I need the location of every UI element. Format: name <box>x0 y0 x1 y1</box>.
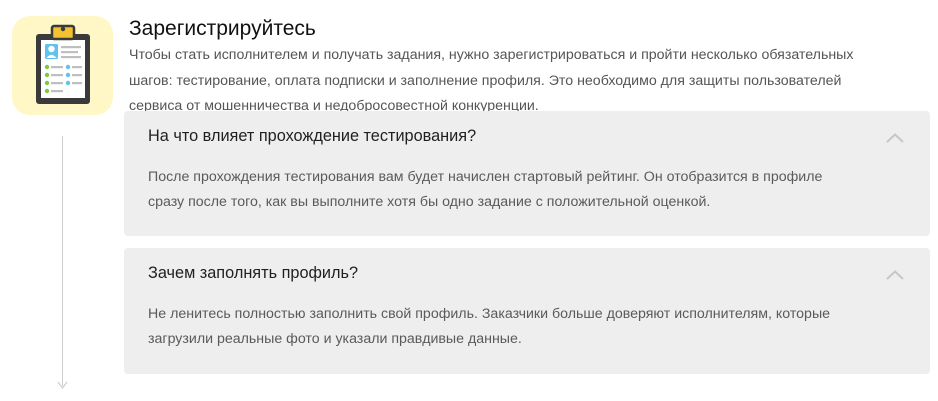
chevron-up-icon[interactable] <box>885 269 905 281</box>
step-description-line: Чтобы стать исполнителем и получать зада… <box>129 47 854 63</box>
step-title: Зарегистрируйтесь <box>129 17 316 40</box>
step-icon-tile <box>12 16 113 115</box>
chevron-up-icon[interactable] <box>885 132 905 144</box>
faq-answer-line: загрузили реальные фото и указали правди… <box>148 331 522 347</box>
faq-question[interactable]: Зачем заполнять профиль? <box>148 264 358 283</box>
faq-answer: Не ленитесь полностью заполнить свой про… <box>148 302 888 352</box>
step-description: Чтобы стать исполнителем и получать зада… <box>129 43 919 120</box>
step-description-line: шагов: тестирование, оплата подписки и з… <box>129 72 842 89</box>
faq-answer: После прохождения тестирования вам будет… <box>148 165 888 215</box>
faq-question[interactable]: На что влияет прохождение тестирования? <box>148 127 476 146</box>
timeline-line <box>62 136 63 386</box>
faq-answer-line: После прохождения тестирования вам будет… <box>148 169 823 185</box>
clipboard-icon <box>36 24 90 104</box>
faq-item-profile[interactable]: Зачем заполнять профиль? Не ленитесь пол… <box>124 248 930 374</box>
faq-answer-line: Не ленитесь полностью заполнить свой про… <box>148 306 831 322</box>
timeline-arrow-icon <box>57 381 68 389</box>
faq-item-testing[interactable]: На что влияет прохождение тестирования? … <box>124 111 930 236</box>
faq-answer-line: сразу после того, как вы выполните хотя … <box>148 194 711 210</box>
